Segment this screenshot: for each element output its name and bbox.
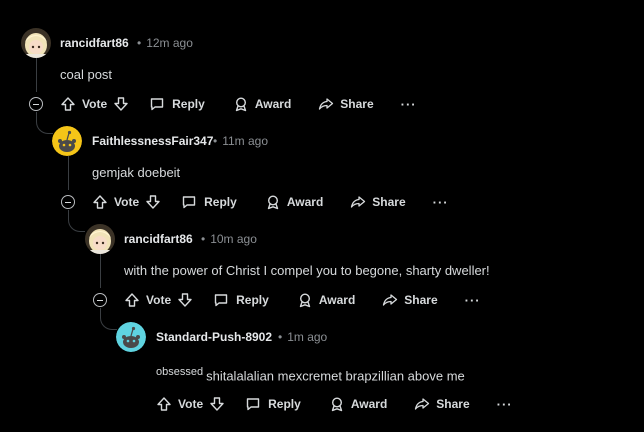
comment-timestamp: • 10m ago [201, 232, 257, 246]
reply-button[interactable]: Reply [213, 292, 269, 308]
downvote-icon [146, 195, 160, 209]
comment-body: obsessed shitalalalian mexcremet brapzill… [156, 366, 465, 383]
comment-timestamp: • 1m ago [278, 330, 328, 344]
upvote-icon [125, 293, 139, 307]
anime-avatar-icon [21, 28, 51, 58]
snoo-avatar-icon [116, 322, 146, 352]
vote-label: Vote [178, 397, 204, 411]
thread-line [68, 156, 69, 190]
thread-line [36, 58, 37, 92]
downvote-icon [210, 397, 224, 411]
share-button[interactable]: Share [350, 194, 406, 210]
avatar[interactable] [85, 224, 115, 254]
vote-label: Vote [82, 97, 108, 111]
upvote-button[interactable] [60, 96, 76, 112]
share-button[interactable]: Share [414, 396, 470, 412]
comment-actions: Vote Reply Award Share ··· [124, 290, 481, 310]
thread-connector [100, 308, 117, 330]
downvote-icon [178, 293, 192, 307]
reply-icon [150, 98, 164, 111]
more-icon[interactable]: ··· [401, 97, 417, 112]
share-icon [415, 398, 430, 410]
anime-avatar-icon [85, 224, 115, 254]
more-icon[interactable]: ··· [497, 397, 513, 412]
comment-username[interactable]: Standard-Push-8902 [156, 330, 272, 344]
upvote-button[interactable] [156, 396, 172, 412]
comment-actions: Vote Reply Award Share ··· [156, 394, 513, 414]
share-icon [383, 294, 398, 306]
snoo-avatar-icon [52, 126, 82, 156]
upvote-icon [61, 97, 75, 111]
downvote-icon [114, 97, 128, 111]
more-icon[interactable]: ··· [433, 195, 449, 210]
thread-connector [36, 112, 53, 134]
share-icon [351, 196, 366, 208]
award-button[interactable]: Award [297, 292, 355, 308]
comment-text: shitalalalian mexcremet brapzillian abov… [206, 368, 465, 384]
avatar[interactable] [116, 322, 146, 352]
downvote-button[interactable] [209, 396, 225, 412]
avatar[interactable] [52, 126, 82, 156]
award-icon [299, 293, 311, 308]
user-flair: obsessed [156, 366, 204, 378]
downvote-button[interactable] [113, 96, 129, 112]
collapse-icon[interactable] [29, 97, 43, 111]
comment-body: coal post [60, 67, 113, 82]
award-button[interactable]: Award [233, 96, 291, 112]
comment-username[interactable]: FaithlessnessFair347 [92, 134, 213, 148]
thread-connector [68, 210, 85, 232]
award-icon [331, 397, 343, 412]
comment-body: gemjak doebeit [92, 165, 181, 180]
upvote-icon [157, 397, 171, 411]
award-icon [267, 195, 279, 210]
vote-label: Vote [114, 195, 140, 209]
thread-line [100, 254, 101, 288]
share-icon [319, 98, 334, 110]
downvote-button[interactable] [177, 292, 193, 308]
award-button[interactable]: Award [329, 396, 387, 412]
vote-label: Vote [146, 293, 172, 307]
share-button[interactable]: Share [318, 96, 374, 112]
comment-username[interactable]: rancidfart86 [124, 232, 193, 246]
comment-body: with the power of Christ I compel you to… [124, 263, 490, 278]
more-icon[interactable]: ··· [465, 293, 481, 308]
collapse-icon[interactable] [93, 293, 107, 307]
reply-button[interactable]: Reply [245, 396, 301, 412]
award-icon [235, 97, 247, 112]
comment-username[interactable]: rancidfart86 [60, 36, 129, 50]
reply-icon [246, 398, 260, 411]
award-button[interactable]: Award [265, 194, 323, 210]
share-button[interactable]: Share [382, 292, 438, 308]
reply-icon [182, 196, 196, 209]
upvote-button[interactable] [92, 194, 108, 210]
comment-timestamp: • 12m ago [137, 36, 193, 50]
comment-timestamp: • 11m ago [213, 134, 269, 148]
reply-button[interactable]: Reply [149, 96, 205, 112]
reply-button[interactable]: Reply [181, 194, 237, 210]
comment-actions: Vote Reply Award Share ··· [60, 94, 417, 114]
upvote-button[interactable] [124, 292, 140, 308]
downvote-button[interactable] [145, 194, 161, 210]
upvote-icon [93, 195, 107, 209]
comment-actions: Vote Reply Award Share ··· [92, 192, 449, 212]
reply-icon [214, 294, 228, 307]
collapse-icon[interactable] [61, 195, 75, 209]
avatar[interactable] [21, 28, 51, 58]
